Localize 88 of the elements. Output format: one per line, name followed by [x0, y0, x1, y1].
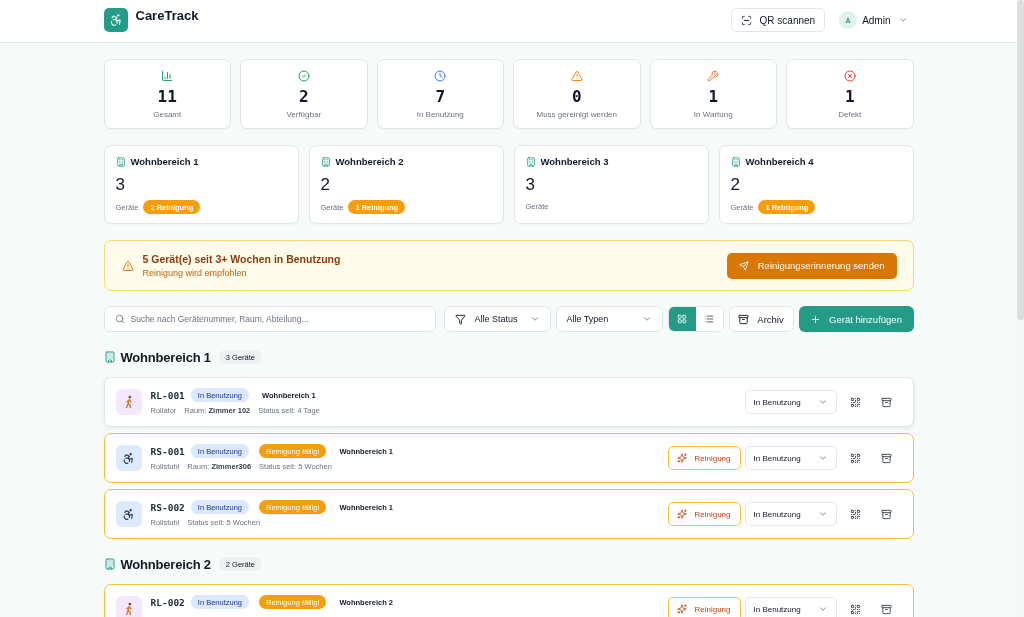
check-circle-icon: [297, 70, 310, 82]
cleaning-button[interactable]: Reinigung: [667, 446, 741, 470]
x-circle-icon: [843, 70, 856, 82]
building-icon: [730, 156, 741, 167]
search-icon: [114, 314, 125, 324]
warning-icon: [570, 70, 583, 82]
device-count: 3: [525, 175, 536, 196]
filter-icon: [454, 313, 466, 325]
status-select[interactable]: In Benutzung: [744, 390, 837, 414]
alert-subtitle: Reinigung wird empfohlen: [142, 266, 248, 279]
area-title: Wohnbereich 1: [130, 156, 199, 167]
stat-label: Muss gereinigt werden: [536, 110, 617, 120]
group-title: Wohnbereich 2: [120, 556, 211, 572]
device-code: RL-001: [150, 389, 185, 401]
chevron-down-icon: [817, 397, 828, 407]
chevron-down-icon: [817, 509, 828, 519]
status-select[interactable]: In Benutzung: [744, 597, 837, 617]
stat-value: 2: [298, 87, 309, 107]
area-title: Wohnbereich 3: [540, 156, 609, 168]
archive-icon: [738, 313, 750, 325]
stat-label: Gesamt: [153, 110, 182, 120]
status-select[interactable]: In Benutzung: [744, 446, 837, 470]
qr-code-icon: [850, 396, 861, 408]
building-icon: [103, 558, 116, 570]
stat-label: In Wartung: [693, 110, 733, 120]
device-count: 2: [730, 175, 741, 195]
sparkles-icon: [677, 509, 688, 519]
device-count: 3: [115, 175, 126, 195]
scrollbar-thumb[interactable]: [1017, 0, 1024, 320]
view-toggle-button[interactable]: [668, 307, 696, 331]
grid-view-icon: [677, 314, 687, 324]
filter-select[interactable]: Alle Typen: [555, 306, 663, 332]
qr-code-icon: [850, 603, 861, 615]
building-icon: [525, 156, 536, 167]
qr-code-icon: [850, 508, 861, 520]
chevron-down-icon: [529, 314, 540, 324]
archive-icon: [881, 508, 892, 520]
cleaning-button[interactable]: Reinigung: [667, 502, 741, 526]
chevron-down-icon: [897, 15, 908, 25]
device-code: RS-002: [150, 501, 185, 513]
warning-icon: [121, 259, 134, 272]
filter-select[interactable]: Alle Status: [443, 306, 551, 332]
status-select[interactable]: In Benutzung: [744, 502, 837, 526]
area-title: Wohnbereich 2: [335, 156, 404, 167]
send-icon: [738, 260, 749, 271]
user-name: Admin: [862, 14, 891, 26]
archive-icon: [881, 396, 892, 408]
list-view-icon: [704, 314, 714, 324]
stat-label: In Benutzung: [416, 110, 464, 120]
clock-icon: [434, 70, 447, 82]
building-icon: [115, 156, 126, 167]
walking-person-icon: [115, 389, 142, 415]
stat-value: 7: [435, 87, 446, 107]
device-count: 2: [320, 175, 331, 195]
archive-button[interactable]: Archiv: [728, 306, 794, 332]
wheelchair-icon: [115, 445, 142, 471]
stat-value: 11: [157, 87, 177, 107]
archive-icon: [881, 452, 892, 464]
chevron-down-icon: [817, 604, 828, 614]
bar-chart-icon: [161, 70, 174, 82]
qr-code-icon: [850, 452, 861, 464]
stat-value: 1: [844, 87, 855, 107]
wheelchair-icon: [115, 501, 142, 527]
building-icon: [320, 156, 331, 167]
archive-icon: [881, 603, 892, 615]
stat-label: Defekt: [838, 110, 862, 120]
group-title: Wohnbereich 1: [120, 349, 211, 365]
stat-value: 0: [571, 87, 582, 107]
wrench-icon: [707, 70, 720, 82]
device-code: RL-002: [150, 596, 185, 608]
plus-icon: [810, 313, 822, 325]
scan-icon: [740, 14, 752, 26]
sparkles-icon: [677, 453, 688, 463]
cleaning-button[interactable]: Reinigung: [667, 597, 741, 617]
sparkles-icon: [677, 604, 688, 614]
area-title: Wohnbereich 4: [745, 156, 814, 167]
chevron-down-icon: [641, 314, 652, 324]
chevron-down-icon: [817, 453, 828, 463]
device-code: RS-001: [150, 445, 185, 457]
building-icon: [103, 351, 116, 363]
qr-scan-button[interactable]: QR scannen: [730, 8, 826, 32]
walking-person-icon: [115, 596, 142, 617]
alert-title: 5 Gerät(e) seit 3+ Wochen in Benutzung: [142, 252, 342, 266]
wheelchair-logo-icon: [103, 8, 128, 32]
search-field[interactable]: Suche nach Gerätenummer, Raum, Abteilung...: [103, 306, 436, 332]
app-name: CareTrack: [135, 9, 199, 23]
stat-value: 1: [708, 87, 719, 107]
stat-label: Verfügbar: [286, 110, 322, 120]
